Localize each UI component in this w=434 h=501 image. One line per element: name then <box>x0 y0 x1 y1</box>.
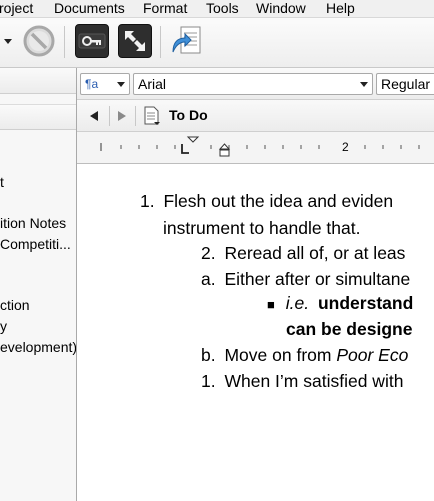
editor-text-area[interactable]: 1. Flesh out the idea and eviden instrum… <box>77 165 434 501</box>
menu-format[interactable]: Format <box>143 0 187 17</box>
scrivenings-icon[interactable] <box>169 24 203 58</box>
keywords-icon[interactable] <box>75 24 109 58</box>
list-text-bold: can be designe <box>286 319 413 339</box>
font-weight-select[interactable]: Regular <box>376 73 434 95</box>
ruler-scale <box>100 136 420 157</box>
list-item: b. Move on from Poor Eco <box>201 345 408 366</box>
list-item: 1. Flesh out the idea and eviden <box>140 191 393 212</box>
editor-header-bar: To Do <box>77 100 434 132</box>
binder-item[interactable]: y <box>0 318 7 335</box>
list-item: ■ i.e. understand <box>267 293 413 315</box>
list-text: When I’m satisfied with <box>224 371 404 391</box>
list-number: 1. <box>140 191 155 211</box>
binder-item[interactable]: Competiti... <box>0 236 71 253</box>
font-weight-value: Regular <box>381 76 431 92</box>
toolbar-separator <box>160 26 161 58</box>
list-number: b. <box>201 345 216 365</box>
binder-item[interactable]: ition Notes <box>0 215 66 232</box>
list-text: Reread all of, or at leas <box>224 243 406 263</box>
forward-arrow-icon[interactable] <box>118 111 126 121</box>
ruler[interactable]: 2 <box>77 132 434 164</box>
no-entry-icon[interactable] <box>22 24 56 58</box>
toolbar-separator <box>64 26 65 58</box>
list-item: 1. When I’m satisfied with <box>201 371 403 392</box>
binder-item[interactable]: evelopment) <box>0 339 76 356</box>
menu-tools[interactable]: Tools <box>206 0 239 17</box>
toolbar <box>0 18 434 68</box>
list-item: a. Either after or simultane <box>201 269 410 290</box>
binder-subheader <box>0 104 76 130</box>
toolbar-dropdown-arrow-icon[interactable] <box>4 39 12 44</box>
menu-documents[interactable]: Documents <box>54 0 125 17</box>
fullscreen-icon[interactable] <box>118 24 152 58</box>
list-number: 1. <box>201 371 216 391</box>
chevron-down-icon <box>117 82 125 87</box>
list-number: a. <box>201 269 216 289</box>
bullet-icon: ■ <box>267 297 275 312</box>
nav-separator <box>109 106 110 126</box>
binder-panel: t ition Notes Competiti... ction y evelo… <box>0 68 77 501</box>
format-bar: ¶a Arial Regular <box>77 68 434 100</box>
list-item-continuation: instrument to handle that. <box>163 218 361 238</box>
document-title: To Do <box>169 107 208 123</box>
paragraph-style-icon: ¶a <box>85 77 99 91</box>
binder-item[interactable]: t <box>0 174 4 191</box>
binder-header <box>0 68 76 94</box>
list-text: Move on from <box>224 345 337 365</box>
chevron-down-icon <box>360 82 368 87</box>
list-text-italic: i.e. <box>285 293 310 313</box>
list-item: 2. Reread all of, or at leas <box>201 243 405 264</box>
menu-window[interactable]: Window <box>256 0 306 17</box>
document-icon[interactable] <box>143 106 161 131</box>
binder-item[interactable]: ction <box>0 297 30 314</box>
font-family-value: Arial <box>138 76 167 92</box>
font-family-select[interactable]: Arial <box>133 73 373 95</box>
list-item-continuation: can be designe <box>286 319 412 340</box>
list-text-italic: Poor Eco <box>336 345 409 365</box>
list-text-bold: understand <box>317 293 414 313</box>
menu-bar: roject Documents Format Tools Window Hel… <box>0 0 434 18</box>
menu-help[interactable]: Help <box>326 0 355 17</box>
ruler-mark: 2 <box>342 140 349 154</box>
list-text: Either after or simultane <box>224 269 411 289</box>
list-text: Flesh out the idea and eviden <box>163 191 394 211</box>
menu-project[interactable]: roject <box>0 0 33 17</box>
nav-separator <box>135 106 136 126</box>
back-arrow-icon[interactable] <box>90 111 98 121</box>
list-number: 2. <box>201 243 216 263</box>
paragraph-style-select[interactable]: ¶a <box>80 73 130 95</box>
